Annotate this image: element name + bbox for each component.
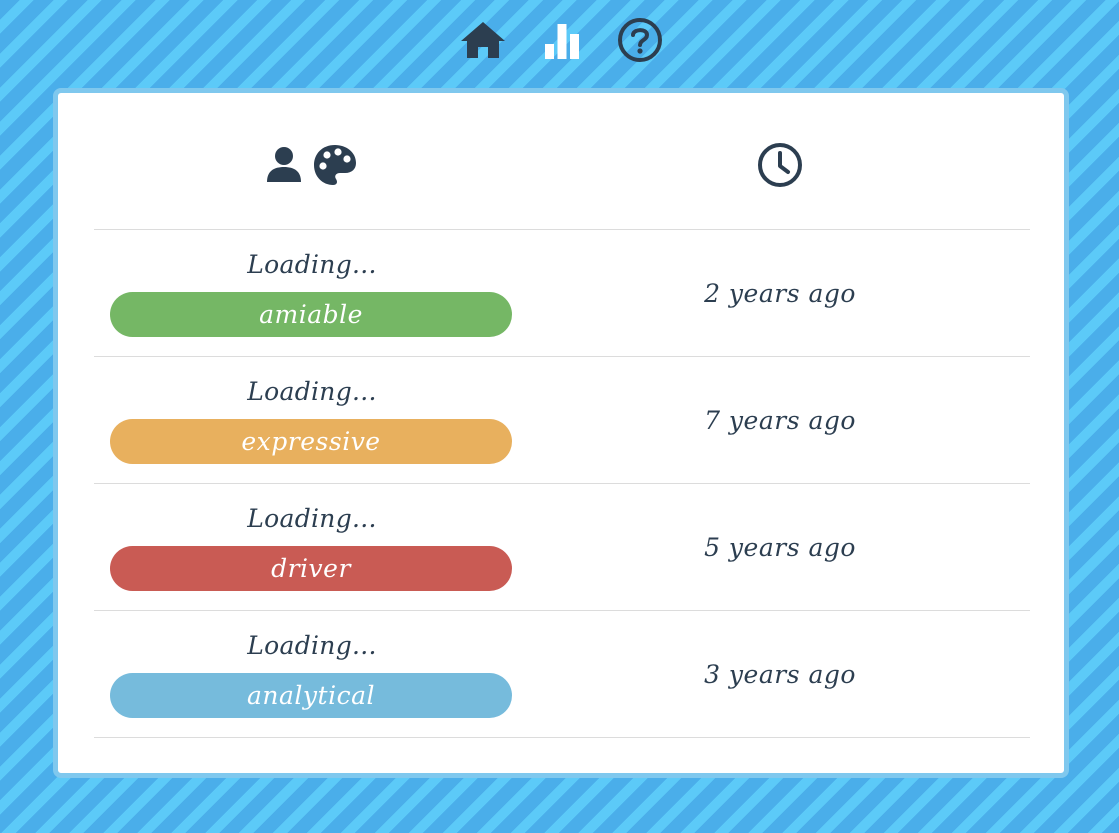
time-cell: 7 years ago <box>530 357 1030 484</box>
style-badge: analytical <box>110 673 512 718</box>
user-name: Loading... <box>247 504 377 533</box>
results-card: Loading... amiable 2 years ago Loading..… <box>53 88 1069 778</box>
user-name: Loading... <box>247 631 377 660</box>
user-name: Loading... <box>247 250 377 279</box>
header-user-style <box>94 93 530 229</box>
table-row[interactable]: Loading... expressive 7 years ago <box>94 357 1030 484</box>
stats-button[interactable] <box>538 16 586 64</box>
time-cell: 2 years ago <box>530 230 1030 357</box>
style-badge: expressive <box>110 419 512 464</box>
help-button[interactable] <box>616 16 664 64</box>
palette-icon <box>314 145 356 185</box>
style-badge: amiable <box>110 292 512 337</box>
header-time <box>530 93 1030 229</box>
style-badge: driver <box>110 546 512 591</box>
user-name: Loading... <box>247 377 377 406</box>
top-navigation <box>0 16 1119 64</box>
table-row[interactable]: Loading... amiable 2 years ago <box>94 230 1030 357</box>
clock-icon <box>758 143 802 187</box>
time-cell: 5 years ago <box>530 484 1030 611</box>
help-icon <box>618 18 662 62</box>
table-header <box>94 93 1030 230</box>
user-cell: Loading... driver <box>94 484 530 611</box>
user-icon <box>267 147 301 182</box>
home-icon <box>461 22 505 58</box>
time-cell: 3 years ago <box>530 611 1030 738</box>
user-cell: Loading... analytical <box>94 611 530 738</box>
bar-chart-icon <box>545 24 579 59</box>
table-row[interactable]: Loading... analytical 3 years ago <box>94 611 1030 738</box>
user-cell: Loading... amiable <box>94 230 530 357</box>
user-cell: Loading... expressive <box>94 357 530 484</box>
home-button[interactable] <box>459 16 507 64</box>
table-row[interactable]: Loading... driver 5 years ago <box>94 484 1030 611</box>
